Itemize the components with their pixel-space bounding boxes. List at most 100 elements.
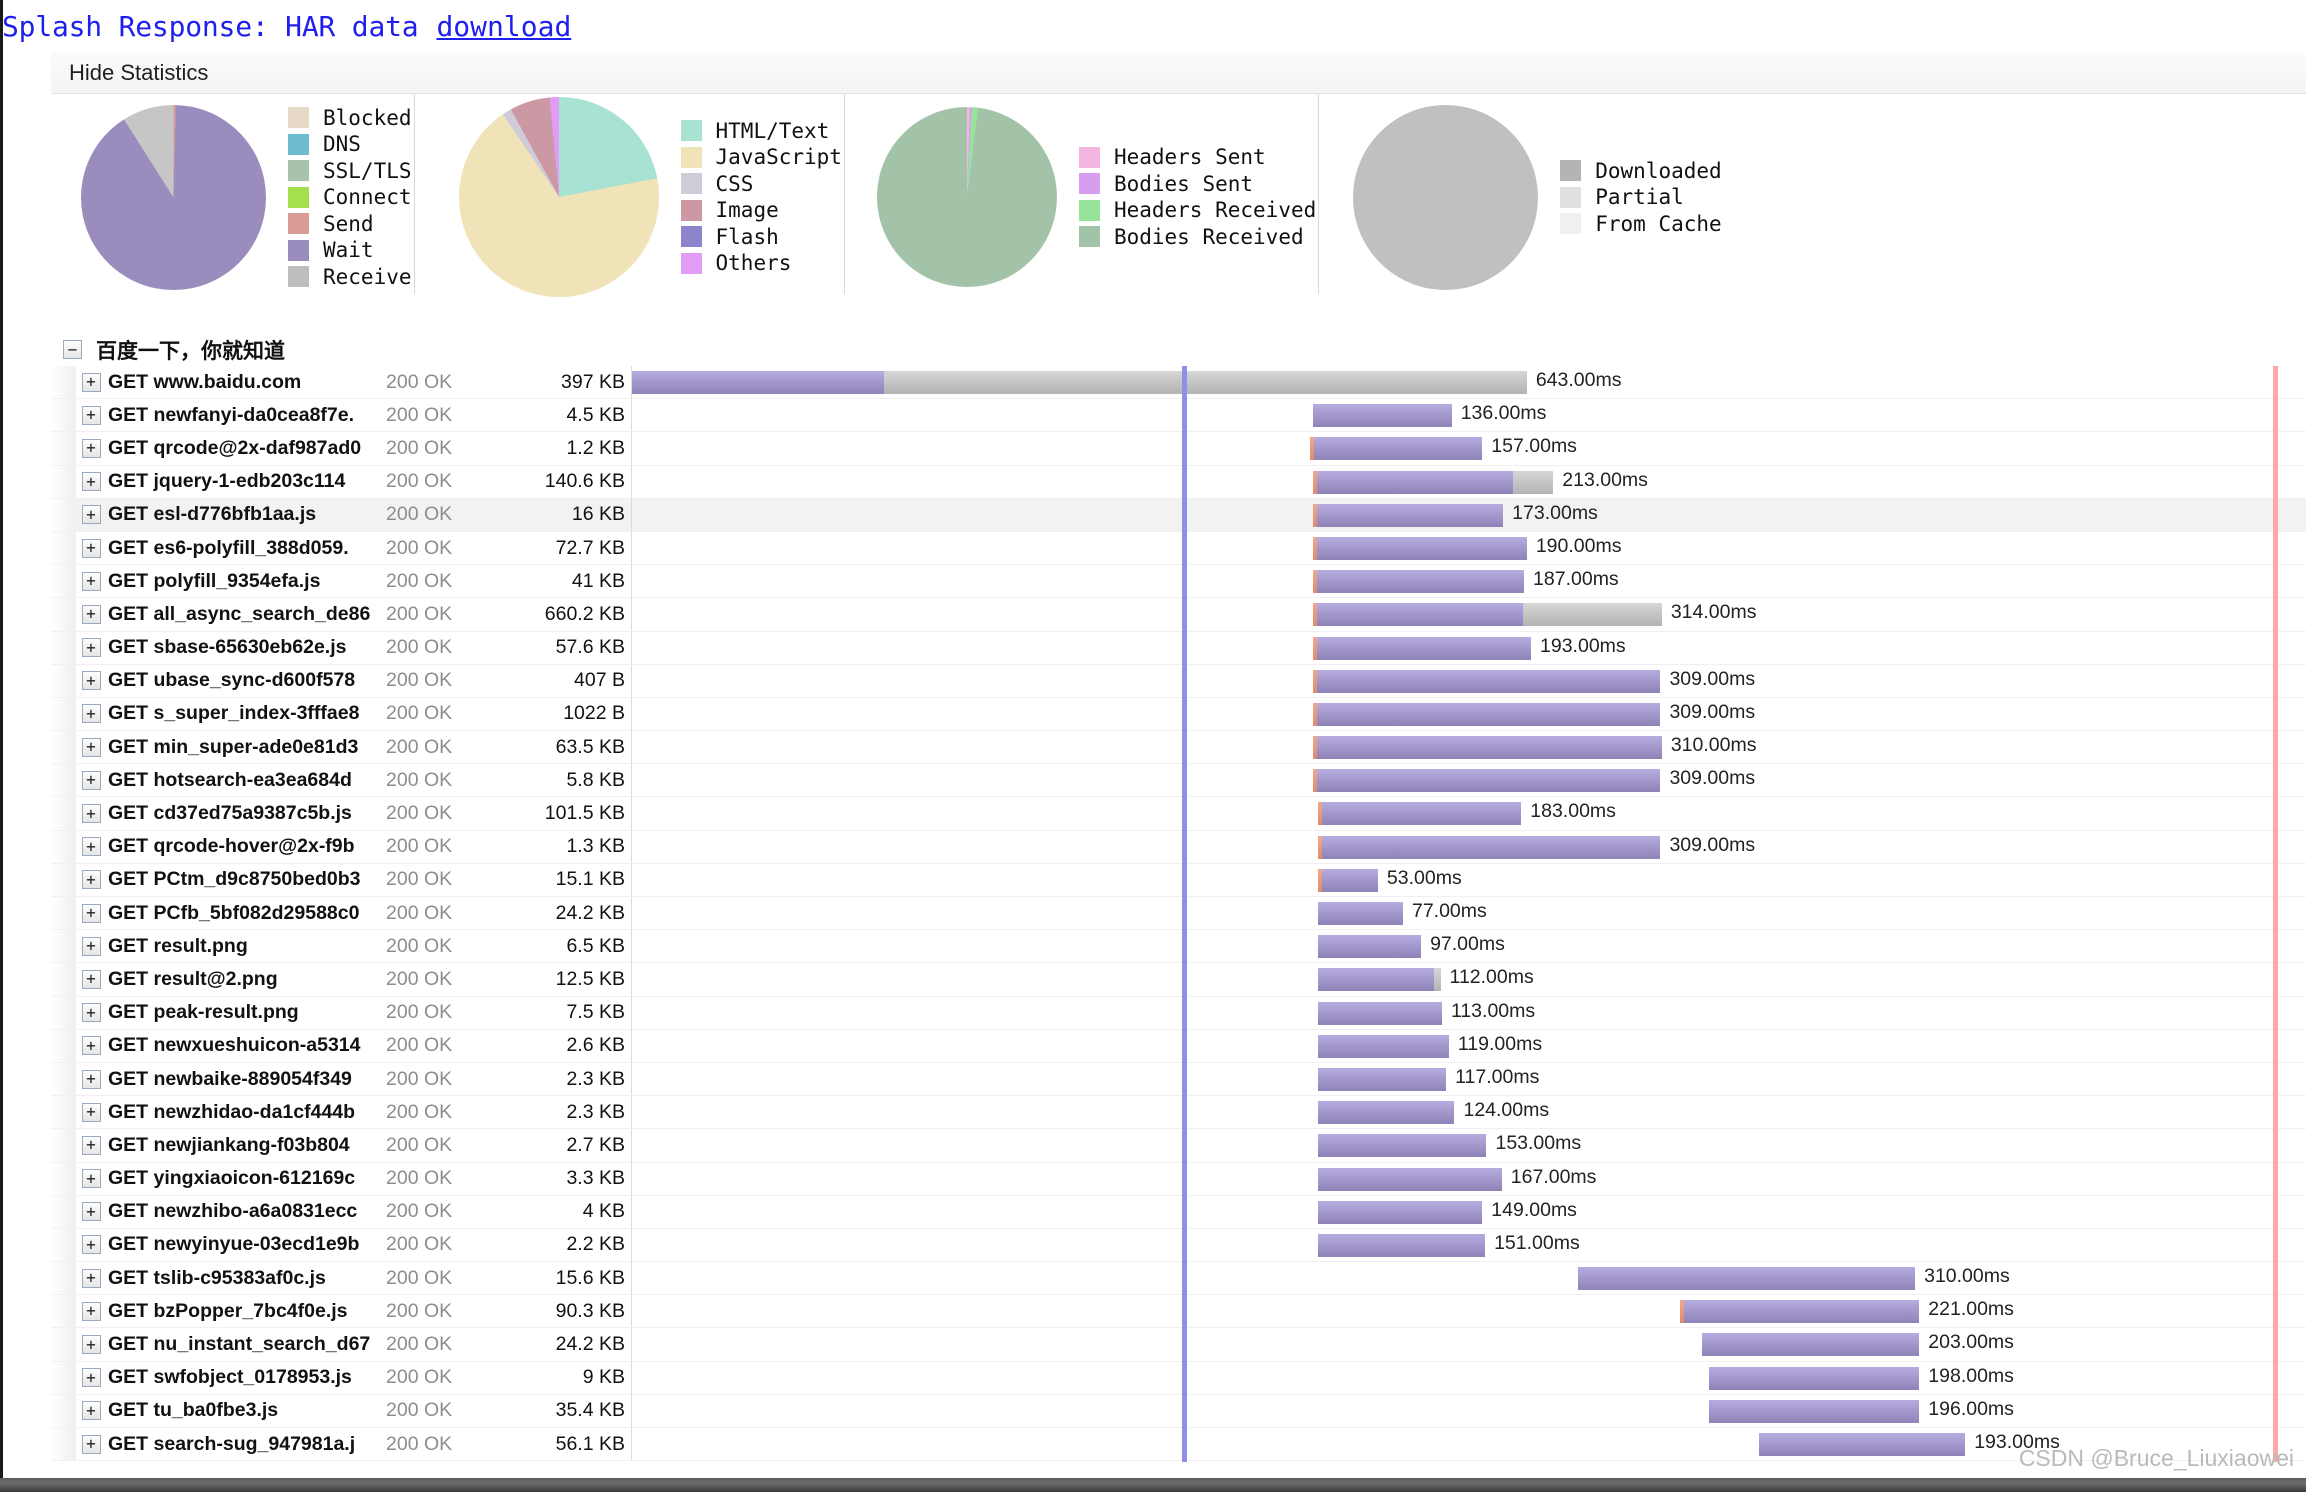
row-expand-cell[interactable]: +	[76, 1036, 106, 1055]
expand-icon[interactable]: +	[82, 870, 101, 889]
timing-bar[interactable]	[1318, 1201, 1482, 1224]
row-expand-cell[interactable]: +	[76, 704, 106, 723]
expand-icon[interactable]: +	[82, 1169, 101, 1188]
row-expand-cell[interactable]: +	[76, 771, 106, 790]
expand-icon[interactable]: +	[82, 704, 101, 723]
expand-icon[interactable]: +	[82, 572, 101, 591]
row-expand-cell[interactable]: +	[76, 837, 106, 856]
timing-bar[interactable]	[1318, 836, 1660, 859]
row-expand-cell[interactable]: +	[76, 1302, 106, 1321]
row-expand-cell[interactable]: +	[76, 1435, 106, 1454]
row-expand-cell[interactable]: +	[76, 1335, 106, 1354]
expand-icon[interactable]: +	[82, 1103, 101, 1122]
row-expand-cell[interactable]: +	[76, 406, 106, 425]
expand-icon[interactable]: +	[82, 406, 101, 425]
row-expand-cell[interactable]: +	[76, 1103, 106, 1122]
table-row[interactable]: +GET swfobject_0178953.js200 OK9 KB198.0…	[51, 1362, 2306, 1395]
row-expand-cell[interactable]: +	[76, 671, 106, 690]
table-row[interactable]: +GET qrcode-hover@2x-f9b200 OK1.3 KB309.…	[51, 831, 2306, 864]
expand-icon[interactable]: +	[82, 937, 101, 956]
expand-icon[interactable]: +	[82, 771, 101, 790]
expand-icon[interactable]: +	[82, 1003, 101, 1022]
expand-icon[interactable]: +	[82, 837, 101, 856]
timing-bar[interactable]	[1313, 703, 1661, 726]
table-row[interactable]: +GET jquery-1-edb203c114200 OK140.6 KB21…	[51, 466, 2306, 499]
table-row[interactable]: +GET newfanyi-da0cea8f7e.200 OK4.5 KB136…	[51, 399, 2306, 432]
timing-bar[interactable]	[1578, 1267, 1915, 1290]
row-expand-cell[interactable]: +	[76, 1070, 106, 1089]
timing-bar[interactable]	[1313, 570, 1525, 593]
row-expand-cell[interactable]: +	[76, 1368, 106, 1387]
timing-bar[interactable]	[1318, 968, 1440, 991]
timing-bar[interactable]	[1318, 902, 1403, 925]
hide-statistics-label[interactable]: Hide Statistics	[69, 60, 208, 86]
timing-bar[interactable]	[1318, 1234, 1485, 1257]
table-row[interactable]: +GET all_async_search_de86200 OK660.2 KB…	[51, 598, 2306, 631]
timing-bar[interactable]	[1318, 1134, 1486, 1157]
expand-icon[interactable]: +	[82, 738, 101, 757]
expand-icon[interactable]: +	[82, 1235, 101, 1254]
table-row[interactable]: +GET min_super-ade0e81d3200 OK63.5 KB310…	[51, 731, 2306, 764]
expand-icon[interactable]: +	[82, 1136, 101, 1155]
row-expand-cell[interactable]: +	[76, 472, 106, 491]
expand-icon[interactable]: +	[82, 505, 101, 524]
expand-icon[interactable]: +	[82, 605, 101, 624]
expand-icon[interactable]: +	[82, 1202, 101, 1221]
table-row[interactable]: +GET hotsearch-ea3ea684d200 OK5.8 KB309.…	[51, 764, 2306, 797]
timing-bar[interactable]	[1313, 471, 1554, 494]
row-expand-cell[interactable]: +	[76, 539, 106, 558]
collapse-icon[interactable]: −	[63, 340, 82, 359]
timing-bar[interactable]	[1318, 1035, 1449, 1058]
table-row[interactable]: +GET tu_ba0fbe3.js200 OK35.4 KB196.00ms	[51, 1395, 2306, 1428]
table-row[interactable]: +GET nu_instant_search_d67200 OK24.2 KB2…	[51, 1328, 2306, 1361]
timing-bar[interactable]	[1313, 404, 1452, 427]
page-group-header[interactable]: − 百度一下，你就知道	[51, 333, 2306, 366]
expand-icon[interactable]: +	[82, 373, 101, 392]
timing-bar[interactable]	[1318, 1002, 1442, 1025]
timing-bar[interactable]	[1318, 869, 1378, 892]
timing-bar[interactable]	[1313, 637, 1531, 660]
row-expand-cell[interactable]: +	[76, 937, 106, 956]
table-row[interactable]: +GET cd37ed75a9387c5b.js200 OK101.5 KB18…	[51, 797, 2306, 830]
table-row[interactable]: +GET result.png200 OK6.5 KB97.00ms	[51, 930, 2306, 963]
table-row[interactable]: +GET qrcode@2x-daf987ad0200 OK1.2 KB157.…	[51, 432, 2306, 465]
row-expand-cell[interactable]: +	[76, 505, 106, 524]
timing-bar[interactable]	[1313, 504, 1504, 527]
expand-icon[interactable]: +	[82, 539, 101, 558]
table-row[interactable]: +GET esl-d776bfb1aa.js200 OK16 KB173.00m…	[51, 499, 2306, 532]
row-expand-cell[interactable]: +	[76, 1235, 106, 1254]
row-expand-cell[interactable]: +	[76, 638, 106, 657]
table-row[interactable]: +GET www.baidu.com200 OK397 KB643.00ms	[51, 366, 2306, 399]
timing-bar[interactable]	[1313, 769, 1661, 792]
table-row[interactable]: +GET sbase-65630eb62e.js200 OK57.6 KB193…	[51, 632, 2306, 665]
table-row[interactable]: +GET PCtm_d9c8750bed0b3200 OK15.1 KB53.0…	[51, 864, 2306, 897]
table-row[interactable]: +GET PCfb_5bf082d29588c0200 OK24.2 KB77.…	[51, 897, 2306, 930]
expand-icon[interactable]: +	[82, 1269, 101, 1288]
timing-bar[interactable]	[1709, 1367, 1919, 1390]
row-expand-cell[interactable]: +	[76, 1401, 106, 1420]
expand-icon[interactable]: +	[82, 439, 101, 458]
expand-icon[interactable]: +	[82, 472, 101, 491]
row-expand-cell[interactable]: +	[76, 1269, 106, 1288]
table-row[interactable]: +GET es6-polyfill_388d059.200 OK72.7 KB1…	[51, 532, 2306, 565]
row-expand-cell[interactable]: +	[76, 572, 106, 591]
table-row[interactable]: +GET newjiankang-f03b804200 OK2.7 KB153.…	[51, 1129, 2306, 1162]
expand-icon[interactable]: +	[82, 671, 101, 690]
expand-icon[interactable]: +	[82, 1302, 101, 1321]
expand-icon[interactable]: +	[82, 1070, 101, 1089]
timing-bar[interactable]	[1318, 802, 1521, 825]
row-expand-cell[interactable]: +	[76, 738, 106, 757]
timing-bar[interactable]	[1680, 1300, 1919, 1323]
download-link[interactable]: download	[436, 10, 571, 43]
expand-icon[interactable]: +	[82, 638, 101, 657]
timing-bar[interactable]	[1318, 935, 1421, 958]
row-expand-cell[interactable]: +	[76, 1202, 106, 1221]
timing-bar[interactable]	[1310, 437, 1483, 460]
timing-bar[interactable]	[1709, 1400, 1919, 1423]
table-row[interactable]: +GET peak-result.png200 OK7.5 KB113.00ms	[51, 997, 2306, 1030]
expand-icon[interactable]: +	[82, 1036, 101, 1055]
expand-icon[interactable]: +	[82, 970, 101, 989]
row-expand-cell[interactable]: +	[76, 870, 106, 889]
row-expand-cell[interactable]: +	[76, 439, 106, 458]
row-expand-cell[interactable]: +	[76, 804, 106, 823]
